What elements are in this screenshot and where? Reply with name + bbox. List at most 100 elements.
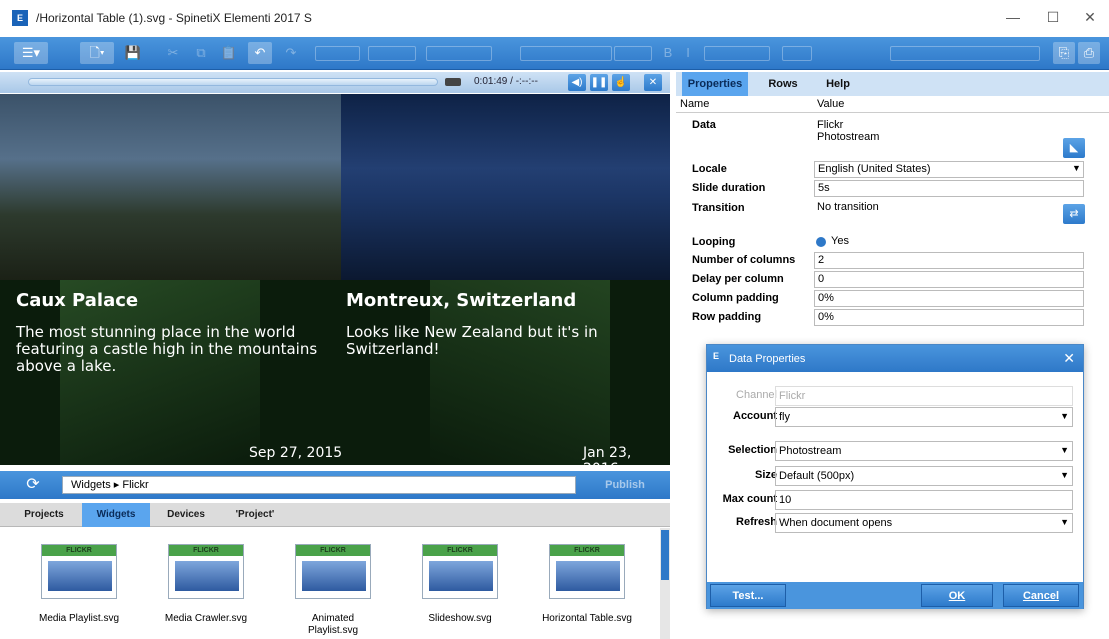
widget-thumb[interactable]: FLICKR	[295, 544, 371, 599]
publish-button[interactable]: Publish	[586, 476, 664, 494]
prop-row-transition[interactable]: Transition No transition ⇄	[676, 199, 1109, 231]
prop-row-duration[interactable]: Slide duration 5s	[676, 179, 1109, 198]
close-icon[interactable]: ✕	[1075, 6, 1105, 28]
menu-icon[interactable]: ☰▾	[14, 42, 48, 64]
paste-icon[interactable]: 📋	[218, 42, 240, 64]
prop-row-delay[interactable]: Delay per column 0	[676, 270, 1109, 289]
ok-button[interactable]: OK	[921, 584, 993, 607]
chevron-down-icon[interactable]: ▼	[1072, 163, 1081, 173]
tool-dropdown-1[interactable]	[315, 46, 360, 61]
hand-icon[interactable]: ☝	[612, 74, 630, 91]
thumb-image	[556, 561, 620, 591]
prop-name: Column padding	[692, 292, 779, 304]
cut-icon[interactable]: ✂	[162, 42, 184, 64]
layout-tools[interactable]	[890, 46, 1040, 61]
chevron-down-icon[interactable]: ▼	[1060, 517, 1069, 527]
tool-dropdown-3[interactable]	[426, 46, 492, 61]
prop-row-locale[interactable]: Locale English (United States) ▼	[676, 160, 1109, 179]
timeline-scrubber[interactable]	[28, 78, 438, 86]
volume-icon[interactable]: ◀)	[568, 74, 586, 91]
close-icon[interactable]: ✕	[1063, 350, 1075, 367]
widget-thumb[interactable]: FLICKR	[549, 544, 625, 599]
transition-icon[interactable]: ⇄	[1063, 204, 1085, 224]
delay-input[interactable]: 0	[814, 271, 1084, 288]
colpad-input[interactable]: 0%	[814, 290, 1084, 307]
size-select[interactable]: Default (500px)	[775, 466, 1073, 486]
tab-devices[interactable]: Devices	[158, 503, 214, 527]
col-value: Value	[817, 98, 845, 110]
chevron-down-icon[interactable]: ▼	[1060, 411, 1069, 421]
maxcount-input[interactable]: 10	[775, 490, 1073, 510]
font-dropdown[interactable]	[520, 46, 612, 61]
minimize-icon[interactable]: —	[998, 6, 1028, 28]
redo-icon[interactable]: ↷	[280, 42, 302, 64]
props-header: Name Value	[676, 96, 1109, 113]
columns-input[interactable]: 2	[814, 252, 1084, 269]
tab-properties[interactable]: Properties	[682, 72, 748, 96]
tab-rows[interactable]: Rows	[758, 72, 808, 96]
tool-dropdown-2[interactable]	[368, 46, 416, 61]
copy-icon[interactable]: ⧉	[190, 42, 212, 64]
path-field[interactable]: Widgets ▸ Flickr	[62, 476, 576, 494]
italic-icon[interactable]: I	[680, 42, 696, 64]
rowpad-input[interactable]: 0%	[814, 309, 1084, 326]
player-time: 0:01:49 / -:--:--	[474, 76, 538, 87]
undo-icon[interactable]: ↶	[248, 42, 272, 64]
save-icon[interactable]: 💾	[122, 42, 144, 64]
scroll-thumb[interactable]	[661, 530, 669, 580]
align-dropdown[interactable]	[704, 46, 770, 61]
font-size-dropdown[interactable]	[614, 46, 652, 61]
record-icon[interactable]	[445, 78, 461, 86]
slide-1-date: Sep 27, 2015	[249, 445, 343, 461]
refresh-icon[interactable]: ⟳	[22, 475, 44, 495]
cancel-button[interactable]: Cancel	[1003, 584, 1079, 607]
tab-projects[interactable]: Projects	[16, 503, 72, 527]
test-button[interactable]: Test...	[710, 584, 786, 607]
app-window: E /Horizontal Table (1).svg - SpinetiX E…	[0, 0, 1109, 639]
prop-row-colpad[interactable]: Column padding 0%	[676, 289, 1109, 308]
new-file-icon[interactable]: 🗋▾	[80, 42, 114, 64]
widget-thumb[interactable]: FLICKR	[168, 544, 244, 599]
selection-row: Selection Photostream ▼	[707, 441, 1083, 461]
chevron-down-icon[interactable]: ▼	[1060, 445, 1069, 455]
maximize-icon[interactable]: ☐	[1038, 6, 1068, 28]
prop-row-looping[interactable]: Looping Yes	[676, 233, 1109, 252]
bold-icon[interactable]: B	[660, 42, 676, 64]
widget-label: Media Crawler.svg	[164, 613, 248, 624]
field-label: Selection	[728, 444, 777, 456]
title-bar: E /Horizontal Table (1).svg - SpinetiX E…	[0, 0, 1109, 36]
tab-help[interactable]: Help	[816, 72, 860, 96]
duration-input[interactable]: 5s	[814, 180, 1084, 197]
gallery-scrollbar[interactable]	[660, 528, 670, 639]
prop-row-rowpad[interactable]: Row padding 0%	[676, 308, 1109, 327]
preview-canvas[interactable]: Caux Palace The most stunning place in t…	[0, 94, 670, 465]
stop-icon[interactable]: ✕	[644, 74, 662, 91]
import-icon[interactable]: ⎙	[1078, 42, 1100, 64]
prop-row-data[interactable]: Data Flickr Photostream ◣	[676, 116, 1109, 164]
export-icon[interactable]: ⎘	[1053, 42, 1075, 64]
prop-row-columns[interactable]: Number of columns 2	[676, 251, 1109, 270]
prop-name: Data	[692, 119, 716, 131]
dialog-title: Data Properties	[729, 353, 806, 365]
castle-photo	[0, 94, 341, 280]
tab-project[interactable]: 'Project'	[222, 503, 288, 527]
radio-icon[interactable]	[816, 237, 826, 247]
account-select[interactable]: fly	[775, 407, 1073, 427]
prop-name: Delay per column	[692, 273, 784, 285]
widget-thumb[interactable]: FLICKR	[422, 544, 498, 599]
slide-1-text: The most stunning place in the world fea…	[16, 323, 318, 375]
tab-widgets[interactable]: Widgets	[82, 503, 150, 527]
refresh-row: Refresh When document opens ▼	[707, 513, 1083, 533]
widget-thumb[interactable]: FLICKR	[41, 544, 117, 599]
widget-gallery: FLICKR Media Playlist.svg FLICKR Media C…	[0, 528, 670, 639]
chevron-down-icon[interactable]: ▼	[1060, 470, 1069, 480]
channel-row: Channel Flickr	[707, 386, 1083, 406]
channel-select: Flickr	[775, 386, 1073, 406]
rss-icon[interactable]: ◣	[1063, 138, 1085, 158]
selection-select[interactable]: Photostream	[775, 441, 1073, 461]
slide-1-title: Caux Palace	[16, 290, 139, 311]
pause-icon[interactable]: ❚❚	[590, 74, 608, 91]
locale-select[interactable]: English (United States)	[814, 161, 1084, 178]
refresh-select[interactable]: When document opens	[775, 513, 1073, 533]
color-dropdown[interactable]	[782, 46, 812, 61]
